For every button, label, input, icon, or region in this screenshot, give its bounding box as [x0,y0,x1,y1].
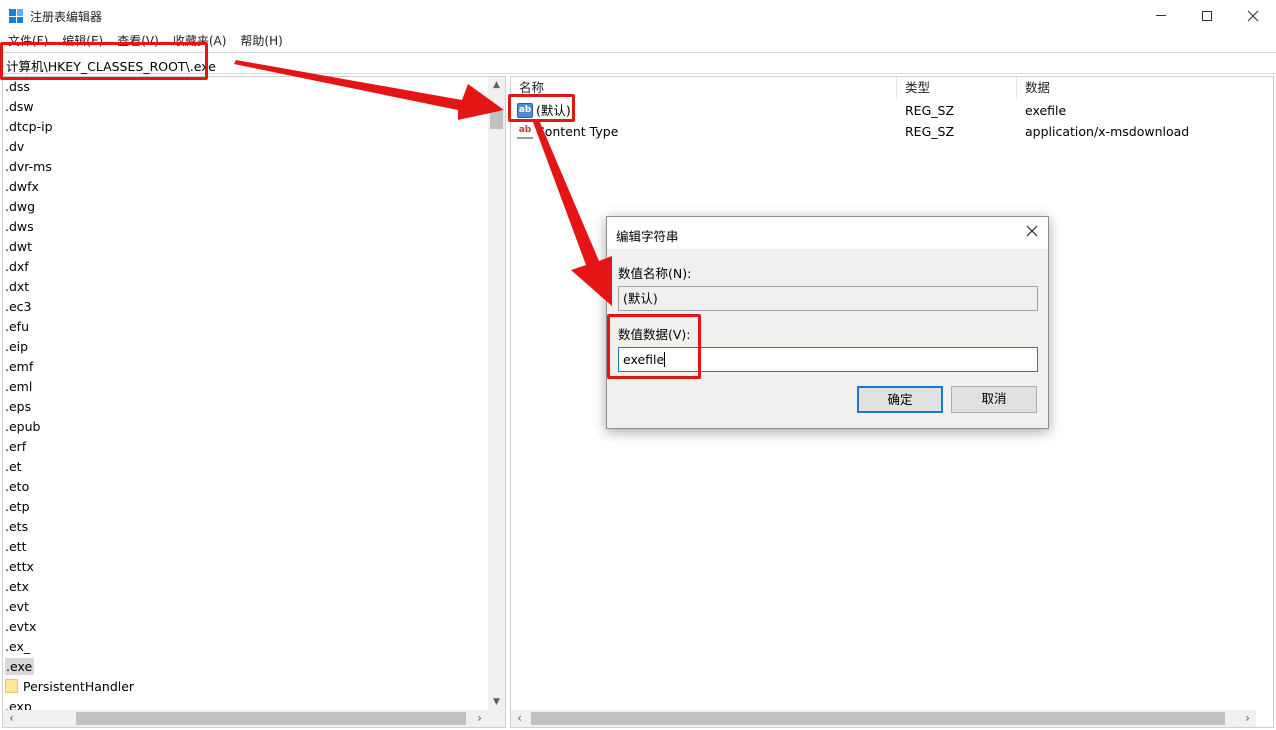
scroll-thumb[interactable] [531,712,1225,725]
tree-item[interactable]: .dtcp-ip [3,117,489,137]
scroll-thumb[interactable] [76,712,466,725]
tree-item[interactable]: .ec3 [3,297,489,317]
tree-item[interactable]: .ettx [3,557,489,577]
value-type: REG_SZ [905,124,955,139]
tree-item[interactable]: .etp [3,497,489,517]
tree-item[interactable]: .dwt [3,237,489,257]
scroll-down-icon[interactable]: ▼ [488,694,505,711]
tree-item[interactable]: .eip [3,337,489,357]
tree-item[interactable]: .dsw [3,97,489,117]
regedit-app-icon [9,9,23,23]
scroll-corner [488,710,505,727]
value-name-label: 数值名称(N): [618,266,692,281]
string-value-icon: ab [517,124,533,139]
tree-item[interactable]: .evtx [3,617,489,637]
annotation-box-default-value [508,94,575,122]
minimize-icon [1156,15,1166,16]
value-name: Content Type [536,124,619,139]
tree-item[interactable]: .epub [3,417,489,437]
tree-item[interactable]: .emf [3,357,489,377]
key-tree-pane[interactable]: .dss .dsw .dtcp-ip .dv .dvr-ms .dwfx .dw… [2,76,506,728]
ok-button[interactable]: 确定 [857,386,943,413]
tree-horizontal-scrollbar[interactable]: ‹ › [3,710,488,727]
minimize-button[interactable] [1138,0,1184,31]
dialog-close-button[interactable] [1026,225,1038,240]
dialog-title: 编辑字符串 [616,229,679,244]
menu-help[interactable]: 帮助(H) [233,31,289,51]
value-data: application/x-msdownload [1025,124,1190,139]
cancel-button[interactable]: 取消 [951,386,1037,413]
scroll-right-icon[interactable]: › [471,710,488,727]
value-type: REG_SZ [905,103,955,118]
title-bar: 注册表编辑器 [0,0,1276,31]
tree-item[interactable]: .dv [3,137,489,157]
tree-item[interactable]: .dxt [3,277,489,297]
key-tree: .dss .dsw .dtcp-ip .dv .dvr-ms .dwfx .dw… [3,77,489,717]
maximize-button[interactable] [1184,0,1230,31]
value-row[interactable]: ab Content Type REG_SZ application/x-msd… [511,121,1273,142]
scroll-thumb[interactable] [490,111,503,129]
scroll-left-icon[interactable]: ‹ [511,710,528,727]
value-data: exefile [1025,103,1067,118]
tree-item[interactable]: .ex_ [3,637,489,657]
close-icon [1026,225,1038,237]
values-horizontal-scrollbar[interactable]: ‹ › [511,710,1256,727]
tree-item[interactable]: .etx [3,577,489,597]
tree-item[interactable]: .ets [3,517,489,537]
tree-item[interactable]: .dwg [3,197,489,217]
tree-item[interactable]: .ett [3,537,489,557]
dialog-title-bar: 编辑字符串 [607,217,1048,249]
window-title: 注册表编辑器 [30,10,103,24]
close-icon [1247,10,1259,21]
tree-item[interactable]: .dwfx [3,177,489,197]
tree-item[interactable]: .eto [3,477,489,497]
close-button[interactable] [1230,0,1276,31]
folder-icon [5,679,18,693]
value-row[interactable]: ab (默认) REG_SZ exefile [511,100,1273,121]
column-header-data[interactable]: 数据 [1017,77,1273,99]
scroll-left-icon[interactable]: ‹ [3,710,20,727]
tree-item[interactable]: .efu [3,317,489,337]
tree-item[interactable]: .eml [3,377,489,397]
tree-item[interactable]: .et [3,457,489,477]
annotation-box-value-data [607,314,701,379]
scroll-right-icon[interactable]: › [1239,710,1256,727]
tree-item-child[interactable]: PersistentHandler [3,677,489,697]
value-name-field: (默认) [618,286,1038,311]
tree-item[interactable]: .erf [3,437,489,457]
annotation-box-address [0,42,208,80]
tree-item[interactable]: .dws [3,217,489,237]
tree-vertical-scrollbar[interactable]: ▲ ▼ [488,77,505,711]
tree-item[interactable]: .dxf [3,257,489,277]
tree-item[interactable]: .dss [3,77,489,97]
maximize-icon [1202,10,1212,21]
scroll-up-icon[interactable]: ▲ [488,77,505,94]
tree-item-selected[interactable]: .exe [3,657,489,677]
tree-item[interactable]: .eps [3,397,489,417]
tree-item[interactable]: .dvr-ms [3,157,489,177]
column-header-type[interactable]: 类型 [897,77,1017,99]
tree-item[interactable]: .evt [3,597,489,617]
